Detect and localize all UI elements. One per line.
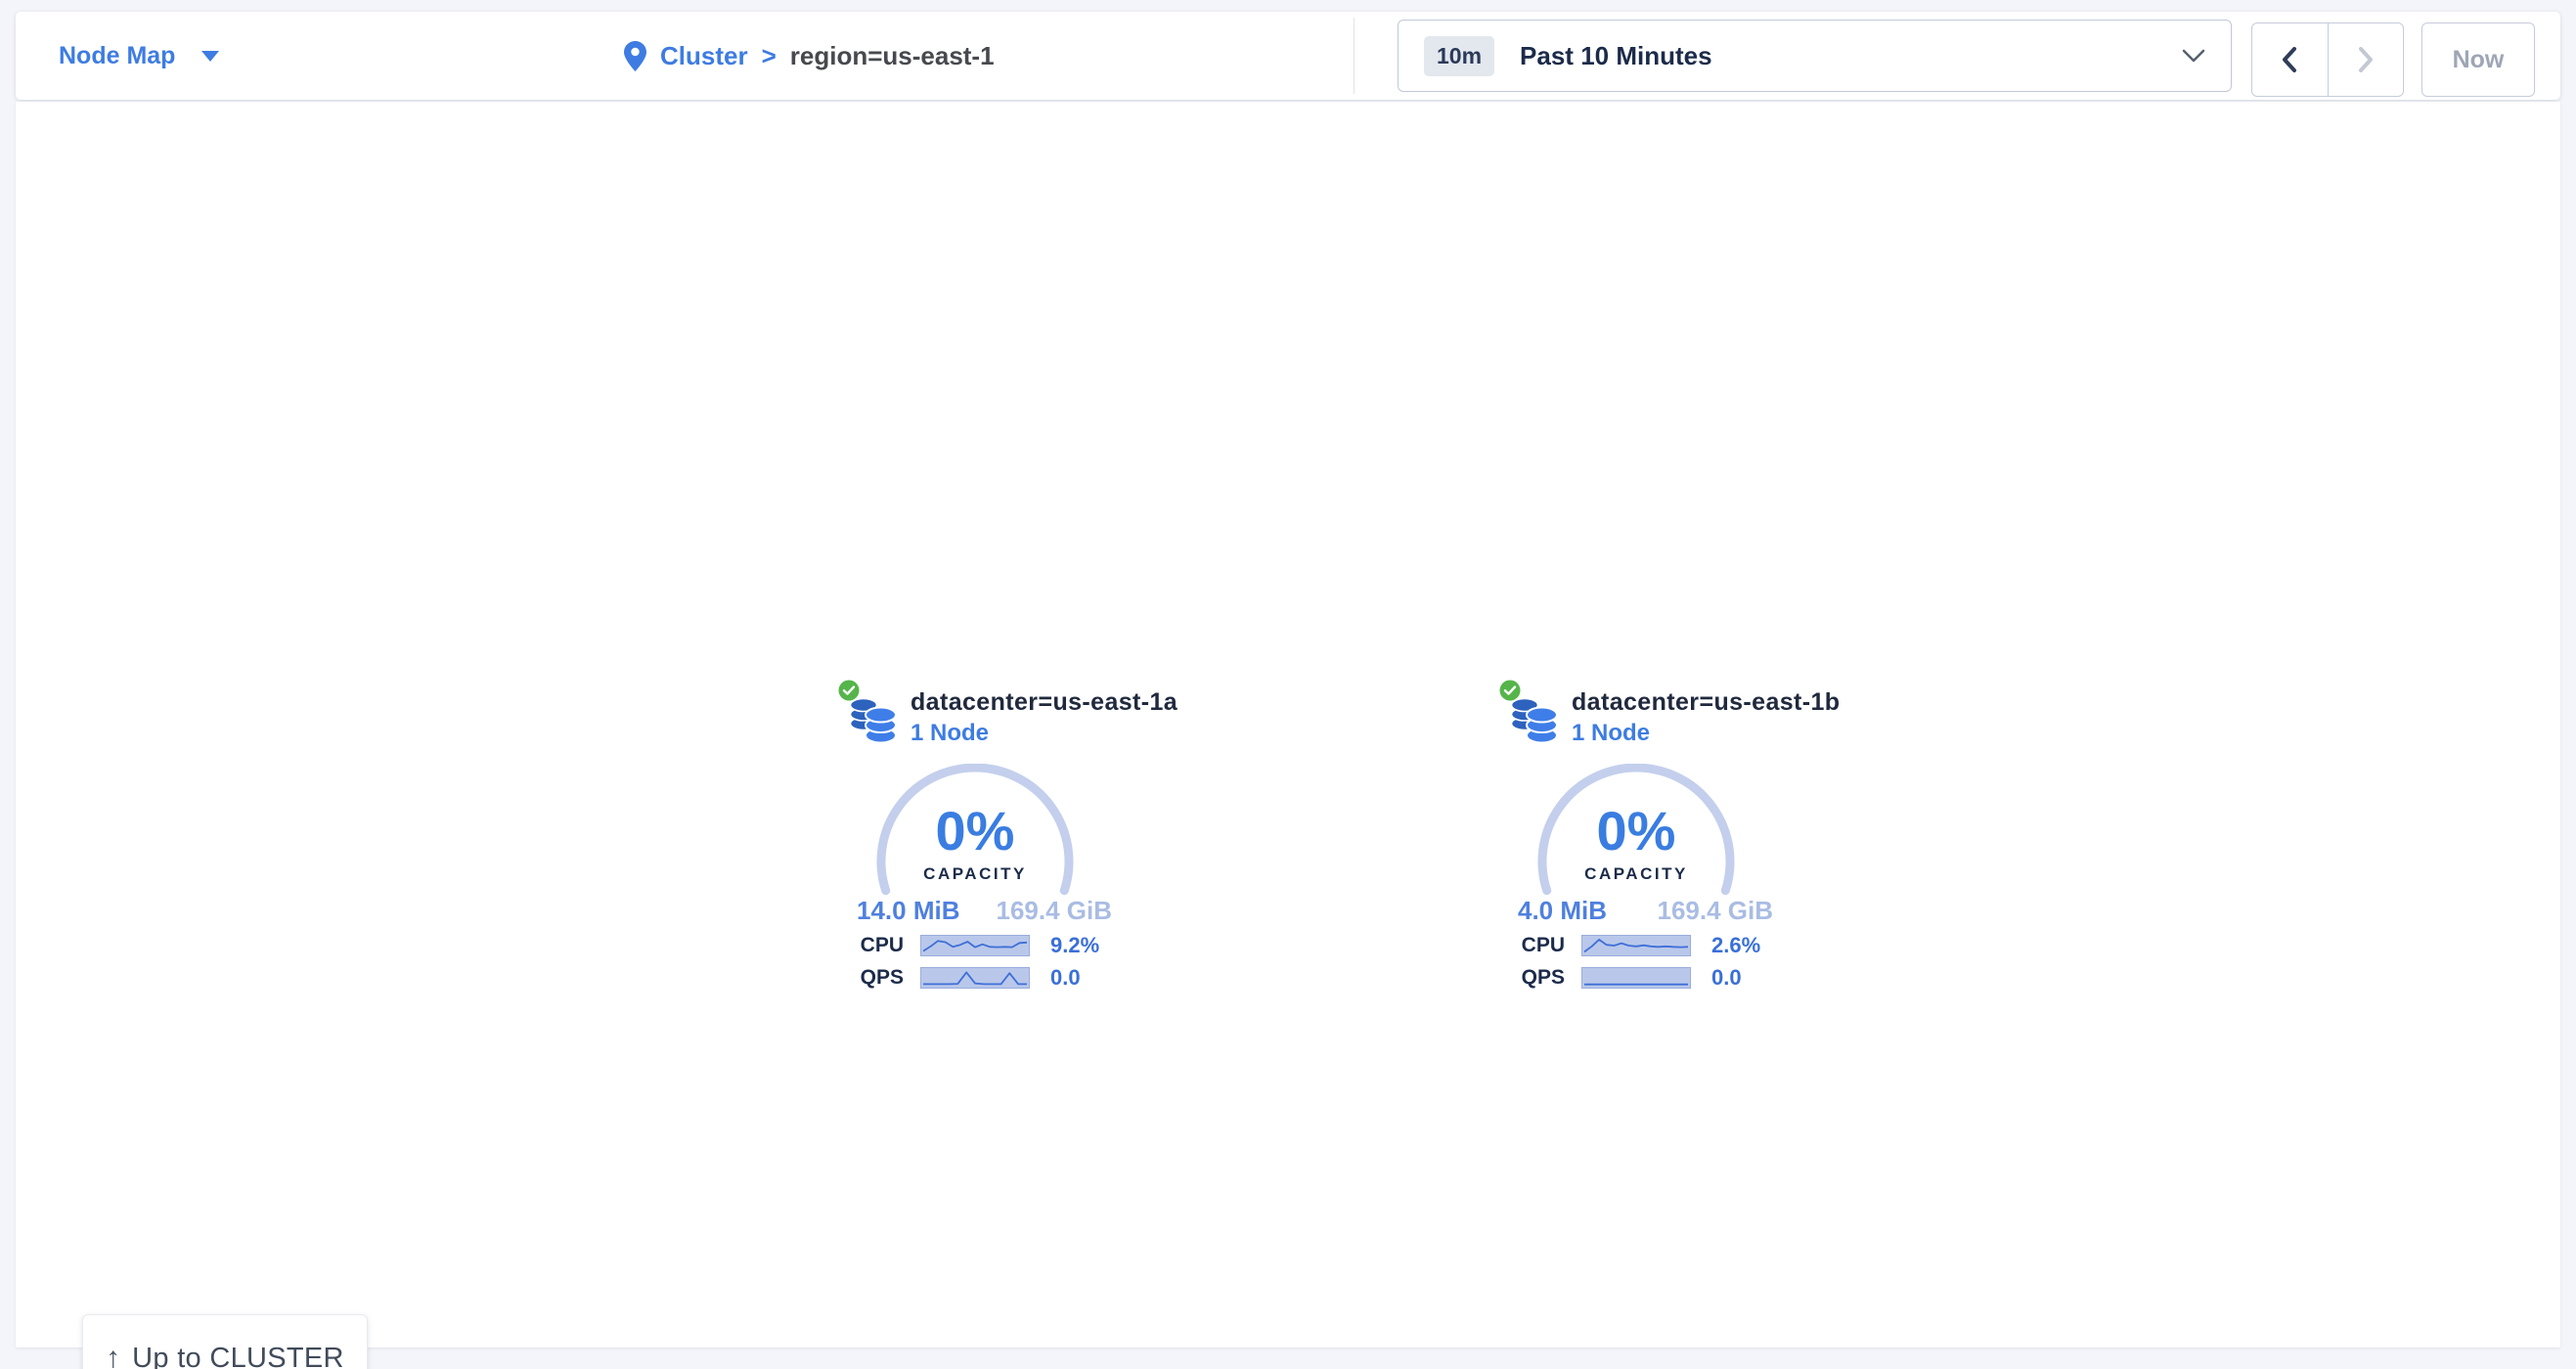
- chevron-down-icon: [2182, 49, 2205, 63]
- node-map-canvas: datacenter=us-east-1a 1 Node 0% CAPACITY…: [16, 102, 2560, 1347]
- breadcrumb: Cluster > region=us-east-1: [624, 12, 995, 100]
- qps-metric-row: QPS 0.0: [1498, 966, 1792, 990]
- qps-value: 0.0: [1050, 966, 1081, 990]
- healthy-check-icon: [837, 679, 861, 702]
- breadcrumb-current: region=us-east-1: [790, 41, 995, 71]
- node-count-link[interactable]: 1 Node: [1572, 720, 1650, 747]
- healthy-check-icon: [1498, 679, 1522, 702]
- time-next-button[interactable]: [2329, 23, 2404, 96]
- node-map-screen: Node Map Cluster > region=us-east-1 10m …: [0, 0, 2576, 1369]
- view-mode-dropdown[interactable]: Node Map: [59, 12, 220, 100]
- capacity-label: CAPACITY: [877, 864, 1073, 884]
- cpu-label: CPU: [1498, 934, 1565, 957]
- caret-down-icon: [200, 50, 220, 63]
- cpu-value: 9.2%: [1050, 934, 1099, 957]
- view-mode-label: Node Map: [59, 42, 175, 70]
- capacity-total-value: 169.4 GiB: [996, 896, 1112, 926]
- qps-sparkline: [1581, 967, 1691, 989]
- qps-sparkline: [920, 967, 1030, 989]
- cpu-value: 2.6%: [1711, 934, 1760, 957]
- qps-label: QPS: [837, 966, 904, 990]
- location-pin-icon: [624, 41, 646, 71]
- qps-metric-row: QPS 0.0: [837, 966, 1131, 990]
- database-stack-icon: [1510, 696, 1559, 750]
- header-divider: [1354, 18, 1355, 94]
- up-to-cluster-button[interactable]: ↑ Up to CLUSTER: [82, 1314, 368, 1369]
- breadcrumb-cluster-link[interactable]: Cluster: [660, 41, 748, 71]
- node-count-link[interactable]: 1 Node: [910, 720, 989, 747]
- time-range-badge: 10m: [1424, 36, 1494, 76]
- capacity-used-value: 4.0 MiB: [1518, 896, 1607, 926]
- datacenter-title: datacenter=us-east-1a: [910, 688, 1177, 717]
- qps-label: QPS: [1498, 966, 1565, 990]
- breadcrumb-separator: >: [762, 41, 777, 71]
- database-stack-icon: [849, 696, 898, 750]
- cpu-label: CPU: [837, 934, 904, 957]
- capacity-used-value: 14.0 MiB: [857, 896, 960, 926]
- capacity-total-value: 169.4 GiB: [1657, 896, 1773, 926]
- cpu-metric-row: CPU 9.2%: [837, 934, 1131, 957]
- top-toolbar: Node Map Cluster > region=us-east-1 10m …: [16, 12, 2560, 100]
- time-prev-button[interactable]: [2252, 23, 2329, 96]
- datacenter-card-us-east-1a[interactable]: datacenter=us-east-1a 1 Node 0% CAPACITY…: [837, 671, 1131, 1013]
- up-to-cluster-label: Up to CLUSTER: [132, 1343, 344, 1369]
- cpu-metric-row: CPU 2.6%: [1498, 934, 1792, 957]
- time-range-dropdown[interactable]: 10m Past 10 Minutes: [1398, 20, 2232, 92]
- time-step-buttons: [2251, 22, 2404, 97]
- capacity-label: CAPACITY: [1538, 864, 1734, 884]
- chevron-left-icon: [2280, 45, 2299, 74]
- datacenter-title: datacenter=us-east-1b: [1572, 688, 1840, 717]
- arrow-up-icon: ↑: [106, 1344, 120, 1369]
- time-now-button[interactable]: Now: [2421, 22, 2535, 97]
- time-range-label: Past 10 Minutes: [1520, 41, 1712, 71]
- capacity-percent: 0%: [877, 804, 1073, 859]
- datacenter-card-us-east-1b[interactable]: datacenter=us-east-1b 1 Node 0% CAPACITY…: [1498, 671, 1792, 1013]
- capacity-percent: 0%: [1538, 804, 1734, 859]
- cpu-sparkline: [1581, 935, 1691, 956]
- qps-value: 0.0: [1711, 966, 1742, 990]
- chevron-right-icon: [2356, 45, 2376, 74]
- cpu-sparkline: [920, 935, 1030, 956]
